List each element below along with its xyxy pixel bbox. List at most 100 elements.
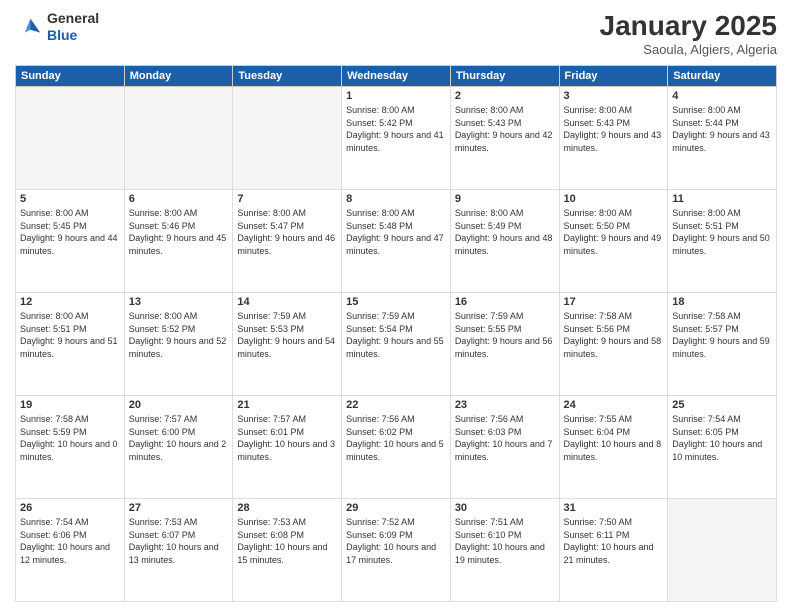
day-info: Sunrise: 7:59 AM Sunset: 5:53 PM Dayligh…	[237, 310, 337, 360]
calendar-cell: 4 Sunrise: 8:00 AM Sunset: 5:44 PM Daylig…	[668, 87, 777, 190]
calendar-cell: 15 Sunrise: 7:59 AM Sunset: 5:54 PM Dayli…	[342, 293, 451, 396]
day-number: 20	[129, 399, 229, 411]
calendar-cell: 31 Sunrise: 7:50 AM Sunset: 6:11 PM Dayli…	[559, 499, 668, 602]
day-number: 15	[346, 296, 446, 308]
week-row-1: 5 Sunrise: 8:00 AM Sunset: 5:45 PM Daylig…	[16, 190, 777, 293]
day-info: Sunrise: 8:00 AM Sunset: 5:49 PM Dayligh…	[455, 207, 555, 257]
day-number: 6	[129, 193, 229, 205]
col-header-tuesday: Tuesday	[233, 66, 342, 87]
calendar-cell: 9Sunrise: 8:00 AM Sunset: 5:49 PM Daylig…	[450, 190, 559, 293]
calendar-cell: 1 Sunrise: 8:00 AM Sunset: 5:42 PM Daylig…	[342, 87, 451, 190]
day-info: Sunrise: 8:00 AM Sunset: 5:51 PM Dayligh…	[20, 310, 120, 360]
calendar-cell: 25 Sunrise: 7:54 AM Sunset: 6:05 PM Dayli…	[668, 396, 777, 499]
day-number: 1	[346, 90, 446, 102]
calendar-cell: 28 Sunrise: 7:53 AM Sunset: 6:08 PM Dayli…	[233, 499, 342, 602]
day-info: Sunrise: 7:54 AM Sunset: 6:06 PM Dayligh…	[20, 516, 120, 566]
day-info: Sunrise: 7:54 AM Sunset: 6:05 PM Dayligh…	[672, 413, 772, 463]
logo: General Blue	[15, 10, 99, 44]
week-row-2: 12 Sunrise: 8:00 AM Sunset: 5:51 PM Dayli…	[16, 293, 777, 396]
calendar-cell: 17 Sunrise: 7:58 AM Sunset: 5:56 PM Dayli…	[559, 293, 668, 396]
calendar-cell	[124, 87, 233, 190]
day-number: 25	[672, 399, 772, 411]
day-number: 21	[237, 399, 337, 411]
day-info: Sunrise: 8:00 AM Sunset: 5:51 PM Dayligh…	[672, 207, 772, 257]
day-number: 26	[20, 502, 120, 514]
calendar-cell: 6Sunrise: 8:00 AM Sunset: 5:46 PM Daylig…	[124, 190, 233, 293]
logo-general: General	[47, 10, 99, 27]
day-number: 2	[455, 90, 555, 102]
day-info: Sunrise: 8:00 AM Sunset: 5:44 PM Dayligh…	[672, 104, 772, 154]
calendar-cell: 29Sunrise: 7:52 AM Sunset: 6:09 PM Dayli…	[342, 499, 451, 602]
day-info: Sunrise: 7:53 AM Sunset: 6:07 PM Dayligh…	[129, 516, 229, 566]
day-info: Sunrise: 7:58 AM Sunset: 5:56 PM Dayligh…	[564, 310, 664, 360]
calendar-cell: 2 Sunrise: 8:00 AM Sunset: 5:43 PM Daylig…	[450, 87, 559, 190]
calendar-cell: 30Sunrise: 7:51 AM Sunset: 6:10 PM Dayli…	[450, 499, 559, 602]
col-header-saturday: Saturday	[668, 66, 777, 87]
day-info: Sunrise: 7:50 AM Sunset: 6:11 PM Dayligh…	[564, 516, 664, 566]
calendar-table: SundayMondayTuesdayWednesdayThursdayFrid…	[15, 65, 777, 602]
calendar-cell: 5 Sunrise: 8:00 AM Sunset: 5:45 PM Daylig…	[16, 190, 125, 293]
day-info: Sunrise: 8:00 AM Sunset: 5:47 PM Dayligh…	[237, 207, 337, 257]
calendar-cell: 20Sunrise: 7:57 AM Sunset: 6:00 PM Dayli…	[124, 396, 233, 499]
calendar-cell: 22 Sunrise: 7:56 AM Sunset: 6:02 PM Dayli…	[342, 396, 451, 499]
calendar-cell: 26 Sunrise: 7:54 AM Sunset: 6:06 PM Dayli…	[16, 499, 125, 602]
day-number: 31	[564, 502, 664, 514]
calendar-title: January 2025	[600, 10, 777, 42]
day-number: 29	[346, 502, 446, 514]
day-info: Sunrise: 8:00 AM Sunset: 5:43 PM Dayligh…	[455, 104, 555, 154]
day-number: 16	[455, 296, 555, 308]
day-number: 24	[564, 399, 664, 411]
day-number: 19	[20, 399, 120, 411]
calendar-cell: 27Sunrise: 7:53 AM Sunset: 6:07 PM Dayli…	[124, 499, 233, 602]
day-number: 5	[20, 193, 120, 205]
calendar-cell: 18 Sunrise: 7:58 AM Sunset: 5:57 PM Dayli…	[668, 293, 777, 396]
day-info: Sunrise: 8:00 AM Sunset: 5:45 PM Dayligh…	[20, 207, 120, 257]
col-header-sunday: Sunday	[16, 66, 125, 87]
day-number: 12	[20, 296, 120, 308]
day-info: Sunrise: 7:58 AM Sunset: 5:59 PM Dayligh…	[20, 413, 120, 463]
day-info: Sunrise: 7:56 AM Sunset: 6:02 PM Dayligh…	[346, 413, 446, 463]
day-number: 18	[672, 296, 772, 308]
day-info: Sunrise: 7:58 AM Sunset: 5:57 PM Dayligh…	[672, 310, 772, 360]
header: General Blue January 2025 Saoula, Algier…	[15, 10, 777, 57]
calendar-cell: 14Sunrise: 7:59 AM Sunset: 5:53 PM Dayli…	[233, 293, 342, 396]
day-info: Sunrise: 7:53 AM Sunset: 6:08 PM Dayligh…	[237, 516, 337, 566]
week-row-4: 26 Sunrise: 7:54 AM Sunset: 6:06 PM Dayli…	[16, 499, 777, 602]
day-number: 17	[564, 296, 664, 308]
day-number: 7	[237, 193, 337, 205]
day-number: 23	[455, 399, 555, 411]
day-info: Sunrise: 7:57 AM Sunset: 6:01 PM Dayligh…	[237, 413, 337, 463]
calendar-cell: 23 Sunrise: 7:56 AM Sunset: 6:03 PM Dayli…	[450, 396, 559, 499]
calendar-cell: 8Sunrise: 8:00 AM Sunset: 5:48 PM Daylig…	[342, 190, 451, 293]
day-number: 11	[672, 193, 772, 205]
calendar-subtitle: Saoula, Algiers, Algeria	[600, 42, 777, 57]
calendar-cell: 24Sunrise: 7:55 AM Sunset: 6:04 PM Dayli…	[559, 396, 668, 499]
page: General Blue January 2025 Saoula, Algier…	[0, 0, 792, 612]
calendar-cell: 13Sunrise: 8:00 AM Sunset: 5:52 PM Dayli…	[124, 293, 233, 396]
day-number: 3	[564, 90, 664, 102]
day-info: Sunrise: 8:00 AM Sunset: 5:50 PM Dayligh…	[564, 207, 664, 257]
day-number: 4	[672, 90, 772, 102]
calendar-cell: 11 Sunrise: 8:00 AM Sunset: 5:51 PM Dayli…	[668, 190, 777, 293]
calendar-cell: 3 Sunrise: 8:00 AM Sunset: 5:43 PM Daylig…	[559, 87, 668, 190]
day-number: 28	[237, 502, 337, 514]
day-info: Sunrise: 8:00 AM Sunset: 5:52 PM Dayligh…	[129, 310, 229, 360]
calendar-cell	[233, 87, 342, 190]
calendar-cell: 10Sunrise: 8:00 AM Sunset: 5:50 PM Dayli…	[559, 190, 668, 293]
calendar-cell: 21 Sunrise: 7:57 AM Sunset: 6:01 PM Dayli…	[233, 396, 342, 499]
header-row: SundayMondayTuesdayWednesdayThursdayFrid…	[16, 66, 777, 87]
day-info: Sunrise: 8:00 AM Sunset: 5:42 PM Dayligh…	[346, 104, 446, 154]
col-header-monday: Monday	[124, 66, 233, 87]
calendar-cell	[16, 87, 125, 190]
col-header-friday: Friday	[559, 66, 668, 87]
calendar-cell: 12 Sunrise: 8:00 AM Sunset: 5:51 PM Dayli…	[16, 293, 125, 396]
day-info: Sunrise: 7:59 AM Sunset: 5:54 PM Dayligh…	[346, 310, 446, 360]
day-info: Sunrise: 7:59 AM Sunset: 5:55 PM Dayligh…	[455, 310, 555, 360]
col-header-thursday: Thursday	[450, 66, 559, 87]
day-number: 22	[346, 399, 446, 411]
day-info: Sunrise: 7:56 AM Sunset: 6:03 PM Dayligh…	[455, 413, 555, 463]
logo-text: General Blue	[47, 10, 99, 44]
day-info: Sunrise: 8:00 AM Sunset: 5:43 PM Dayligh…	[564, 104, 664, 154]
calendar-cell: 19 Sunrise: 7:58 AM Sunset: 5:59 PM Dayli…	[16, 396, 125, 499]
calendar-cell: 16 Sunrise: 7:59 AM Sunset: 5:55 PM Dayli…	[450, 293, 559, 396]
